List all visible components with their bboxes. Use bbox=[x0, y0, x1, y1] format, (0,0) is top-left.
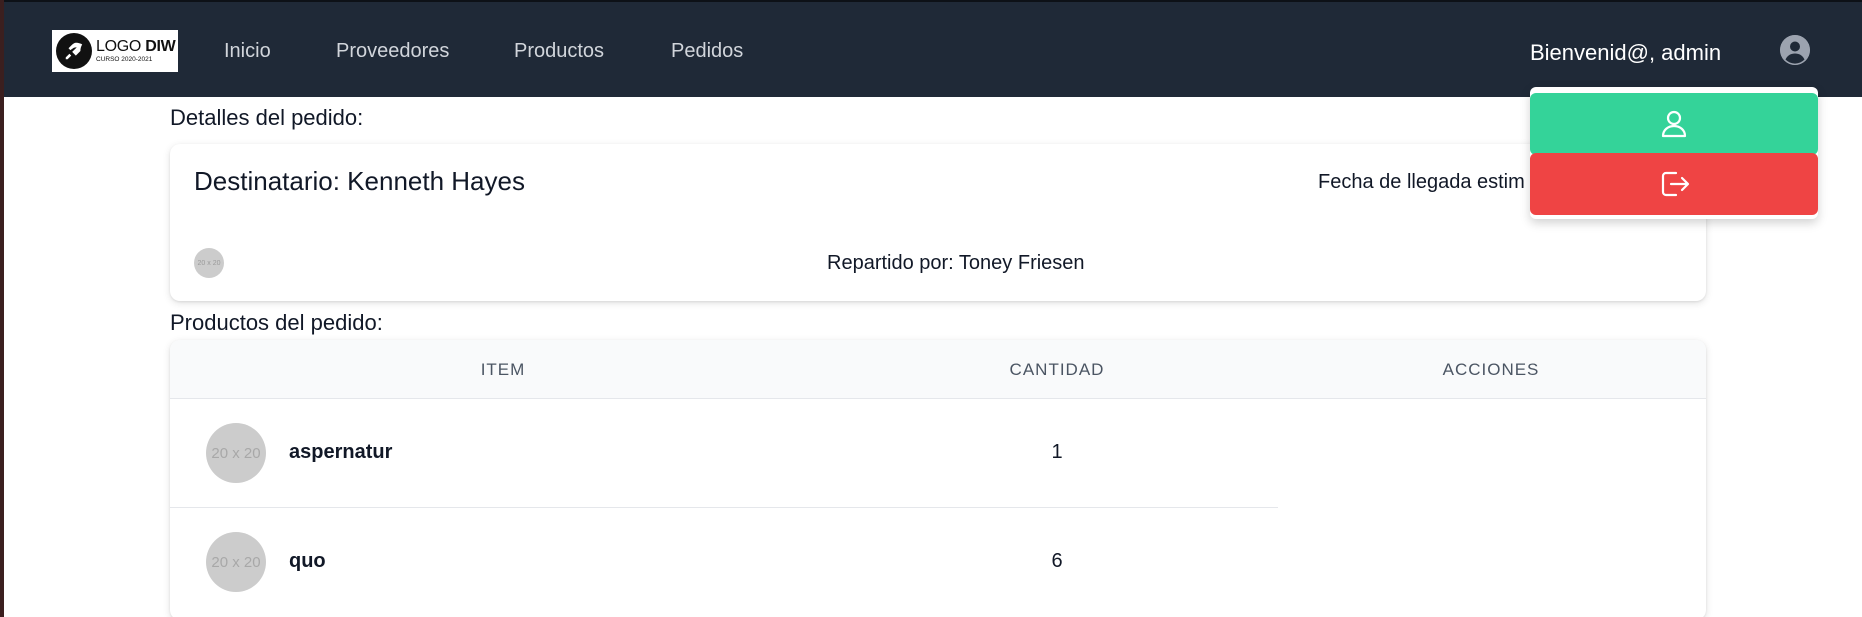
courier-name: Repartido por: Toney Friesen bbox=[827, 252, 1085, 274]
profile-button[interactable] bbox=[1530, 93, 1818, 155]
recipient-name: Destinatario: Kenneth Hayes bbox=[194, 166, 525, 196]
product-quantity: 1 bbox=[1051, 441, 1063, 463]
table-row: 20 x 20 aspernatur 1 bbox=[170, 399, 1706, 508]
product-avatar: 20 x 20 bbox=[206, 423, 266, 483]
product-quantity: 6 bbox=[1051, 550, 1063, 572]
logout-icon bbox=[1661, 171, 1690, 197]
courier-avatar: 20 x 20 bbox=[194, 248, 224, 278]
site-logo[interactable]: LOGO DIW CURSO 2020-2021 bbox=[52, 30, 178, 72]
products-table: ITEM CANTIDAD ACCIONES 20 x 20 aspernatu… bbox=[170, 340, 1706, 617]
table-row: 20 x 20 quo 6 bbox=[170, 508, 1706, 617]
product-avatar: 20 x 20 bbox=[206, 532, 266, 592]
order-details-card: Destinatario: Kenneth Hayes Fecha de lle… bbox=[170, 144, 1706, 301]
column-header-actions: ACCIONES bbox=[1442, 360, 1540, 379]
logout-button[interactable] bbox=[1530, 153, 1818, 215]
details-section-title: Detalles del pedido: bbox=[170, 105, 364, 130]
welcome-text: Bienvenid@, admin bbox=[1530, 40, 1722, 65]
arrival-date: Fecha de llegada estim bbox=[1318, 171, 1525, 193]
table-header: ITEM CANTIDAD ACCIONES bbox=[170, 340, 1706, 399]
logo-title: LOGO DIW bbox=[96, 37, 176, 55]
nav-link-productos[interactable]: Productos bbox=[514, 40, 604, 63]
nav-link-proveedores[interactable]: Proveedores bbox=[336, 40, 449, 63]
top-navbar: LOGO DIW CURSO 2020-2021 Inicio Proveedo… bbox=[4, 0, 1862, 97]
nav-link-inicio[interactable]: Inicio bbox=[224, 40, 271, 63]
rocket-icon bbox=[56, 33, 92, 69]
user-circle-icon[interactable] bbox=[1780, 35, 1810, 65]
product-name: quo bbox=[289, 550, 326, 572]
user-icon bbox=[1661, 110, 1687, 138]
product-name: aspernatur bbox=[289, 441, 393, 463]
logo-subtitle: CURSO 2020-2021 bbox=[96, 55, 153, 63]
products-section-title: Productos del pedido: bbox=[170, 310, 383, 335]
column-header-quantity: CANTIDAD bbox=[1009, 360, 1105, 379]
column-header-item: ITEM bbox=[480, 360, 526, 379]
user-dropdown-menu bbox=[1530, 87, 1818, 219]
nav-link-pedidos[interactable]: Pedidos bbox=[671, 40, 743, 63]
